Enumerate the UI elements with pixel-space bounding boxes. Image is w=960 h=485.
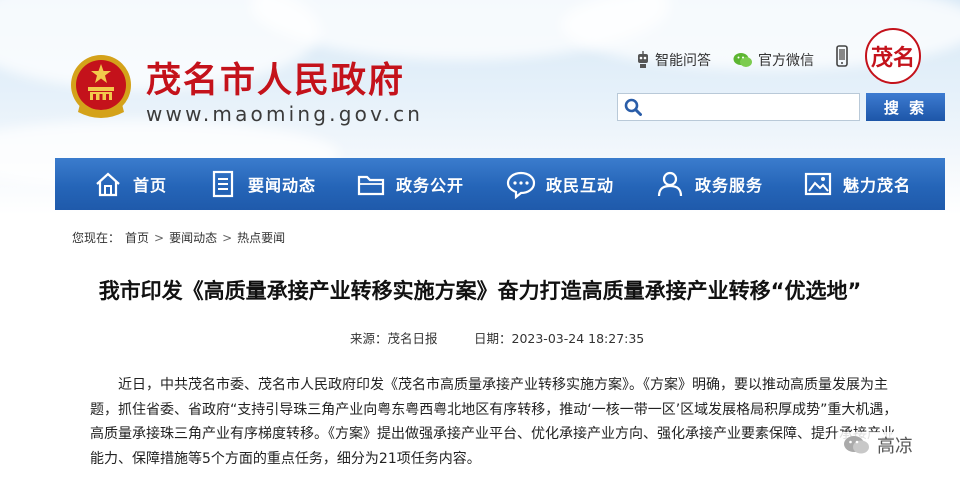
user-icon [657,171,683,197]
nav-item-label: 政民互动 [546,176,615,195]
nav-item-services[interactable]: 政务服务 [655,158,763,210]
nav-item-label: 政务公开 [396,176,465,195]
search-icon [624,98,642,116]
national-emblem-icon [71,55,131,118]
breadcrumb-home[interactable]: 首页 [125,229,149,246]
breadcrumb-hot-news[interactable]: 热点要闻 [237,229,285,246]
official-wechat-label: 官方微信 [758,53,814,69]
nav-item-government-affairs[interactable]: 政务公开 [356,158,464,210]
document-icon [212,170,234,198]
nav-item-news[interactable]: 要闻动态 [208,158,316,210]
nav-item-label: 要闻动态 [248,176,317,195]
smart-qa-link[interactable]: 智能问答 [636,50,711,70]
search-input[interactable] [648,95,848,119]
nav-item-charm-maoming[interactable]: 魅力茂名 [803,158,911,210]
nav-item-label: 首页 [133,176,168,195]
site-name[interactable]: 茂名市人民政府 [146,52,405,103]
article-date: 日期：2023-03-24 18:27:35 [474,331,645,346]
main-nav: 首页 要闻动态 政务公开 政民互动 政务服务 魅力茂名 [55,158,945,210]
search-button[interactable]: 搜 索 [866,93,945,121]
nav-item-interaction[interactable]: 政民互动 [506,158,614,210]
nav-item-label: 政务服务 [695,176,764,195]
smart-qa-label: 智能问答 [655,53,711,69]
official-wechat-link[interactable]: 官方微信 [733,50,814,70]
wechat-watermark-icon [844,436,869,454]
picture-icon [804,172,832,196]
search-box [617,93,860,121]
nav-item-home[interactable]: 首页 [93,158,167,210]
mobile-phone-icon[interactable] [836,45,848,67]
maoming-seal-logo: 茂名 [865,28,921,84]
folder-icon [357,175,385,196]
wechat-watermark: 高凉 [837,432,919,458]
watermark-text: 高凉 [877,436,913,457]
robot-icon [638,51,648,68]
breadcrumb-news[interactable]: 要闻动态 [169,229,217,246]
home-icon [96,172,120,197]
site-url[interactable]: www.maoming.gov.cn [146,102,423,126]
breadcrumb-prefix: 您现在： [72,231,121,245]
article-body: 近日，中共茂名市委、茂名市人民政府印发《茂名市高质量承接产业转移实施方案》。《方… [90,377,898,467]
breadcrumb-separator: > [154,230,165,245]
article-title: 我市印发《高质量承接产业转移实施方案》奋力打造高质量承接产业转移“优选地” [98,279,862,303]
breadcrumb: 您现在： 首页 > 要闻动态 > 热点要闻 [72,229,285,246]
breadcrumb-separator: > [222,230,233,245]
wechat-icon [733,53,752,67]
seal-text: 茂名 [870,46,915,71]
article-source: 来源：茂名日报 [350,331,438,346]
chat-icon [506,171,536,199]
nav-item-label: 魅力茂名 [843,176,912,195]
